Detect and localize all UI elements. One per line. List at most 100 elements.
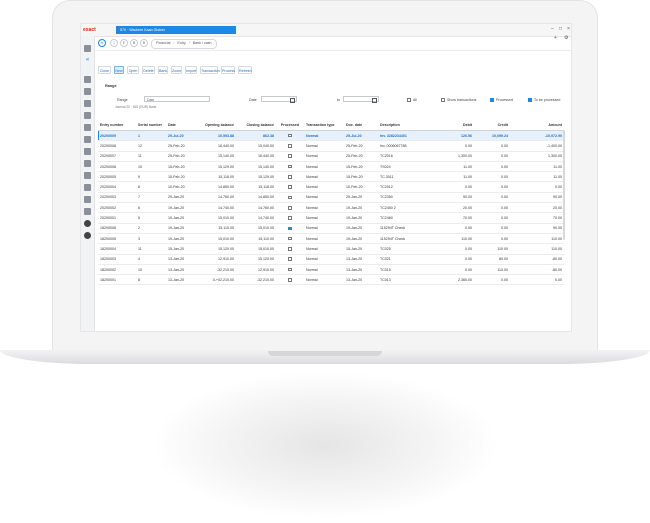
table-row[interactable]: 18200001 8 13-Jan-20 0-+02,210.00 -32,210.00…: [98, 274, 564, 286]
file-icon[interactable]: [84, 148, 91, 155]
calendar-icon[interactable]: [290, 98, 295, 103]
book-icon[interactable]: [84, 112, 91, 119]
processed-checkbox[interactable]: [288, 144, 292, 148]
breadcrumb-item-financial[interactable]: Financial: [156, 41, 170, 45]
processed-checkbox[interactable]: [288, 267, 292, 272]
table-row[interactable]: 20200004 8 10-Feb-20 14,850.00 15,118.00 Norm…: [98, 181, 564, 193]
column-header[interactable]: Processed: [276, 120, 304, 131]
processed-checkbox[interactable]: [288, 226, 292, 231]
dashboard-icon[interactable]: [84, 76, 91, 83]
journal-label: Range: [117, 98, 128, 102]
column-header[interactable]: Amount: [510, 120, 564, 131]
date-from-input[interactable]: [261, 96, 297, 103]
table-cell: 18200004: [98, 243, 136, 255]
back-icon[interactable]: ⊖: [98, 39, 106, 47]
table-row[interactable]: 18200002 10 13-Jan-20 -32,210.00 12,910.00 No…: [98, 264, 564, 276]
nav-favorites-icon[interactable]: F: [120, 39, 128, 47]
processed-checkbox[interactable]: [288, 185, 292, 189]
processed-checkbox[interactable]: [288, 216, 292, 220]
toolbar-open-button[interactable]: Open: [127, 66, 139, 74]
column-header[interactable]: Date: [166, 120, 196, 131]
column-header[interactable]: Transaction type: [304, 120, 344, 131]
column-header[interactable]: Description: [378, 120, 438, 131]
table-row[interactable]: 20200001 5 19-Jan-20 15,010.00 14,740.00 Norm…: [98, 212, 564, 224]
table-row[interactable]: 20200006 10 15-Feb-20 15,129.00 15,140.00 Nor…: [98, 161, 564, 173]
date-to-input[interactable]: [343, 96, 379, 103]
settings-icon[interactable]: [84, 196, 91, 203]
chart-icon[interactable]: [84, 184, 91, 191]
column-header[interactable]: Entry number: [98, 120, 136, 131]
tools-icon[interactable]: [84, 160, 91, 167]
settings-icon[interactable]: ⚙: [564, 35, 568, 41]
toolbar-import-button[interactable]: Import: [185, 66, 197, 74]
table-cell: 13-Jan-20: [166, 264, 196, 276]
toolbar-process-button[interactable]: Process: [221, 66, 235, 74]
toolbar-close-button[interactable]: Close: [98, 66, 111, 74]
toolbar-new-button[interactable]: New: [114, 66, 124, 74]
breadcrumb-item-entry[interactable]: Entry: [177, 41, 185, 45]
search-icon[interactable]: [84, 45, 91, 52]
processed-checkbox[interactable]: [288, 175, 292, 179]
processed-checkbox[interactable]: [288, 164, 292, 169]
add-icon[interactable]: +: [554, 35, 557, 41]
processed-checkbox[interactable]: [288, 257, 292, 262]
table-row[interactable]: 20200005 9 15-Feb-20 15,118.00 15,129.00 Norm…: [98, 171, 564, 183]
column-header[interactable]: Serial number: [136, 120, 166, 131]
breadcrumb-item-bank-cash[interactable]: Bank / cash: [193, 41, 212, 45]
add-icon[interactable]: [84, 220, 91, 227]
toolbar-delete-button[interactable]: Delete: [142, 66, 155, 74]
nav-prev-icon[interactable]: ⟨: [110, 39, 118, 47]
collapse-icon[interactable]: «: [84, 57, 91, 64]
export-icon[interactable]: [84, 124, 91, 131]
all-checkbox[interactable]: [407, 98, 411, 102]
column-header[interactable]: Doc. date: [344, 120, 378, 131]
table-row[interactable]: 20200009 1 29-Jul-20 10,593.88 862.38 Normal 2…: [98, 130, 564, 142]
table-row[interactable]: 18200003 4 13-Jan-20 12,910.00 15,120.00 Norm…: [98, 254, 564, 265]
table-cell: 13-Jan-20: [344, 264, 378, 276]
table-row[interactable]: 20200003 7 29-Jan-20 14,760.00 14,850.00 Norm…: [98, 192, 564, 204]
table-cell: TC2912: [378, 181, 438, 193]
people-icon[interactable]: [84, 208, 91, 215]
processed-checkbox[interactable]: [288, 236, 292, 241]
processed-checkbox[interactable]: [490, 98, 494, 102]
table-row[interactable]: 20200008 12 25-Feb-20 16,440.00 15,040.00 Nor…: [98, 140, 564, 152]
toolbar-zoom-button[interactable]: Zoom: [171, 66, 182, 74]
column-header[interactable]: Debit: [438, 120, 474, 131]
stamp-icon[interactable]: [84, 136, 91, 143]
table-row[interactable]: 18200005 3 19-Jan-20 15,010.00 15,110.00 Norm…: [98, 233, 564, 245]
processed-checkbox[interactable]: [288, 278, 292, 282]
column-header[interactable]: Opening balance: [196, 120, 236, 131]
toolbar-bank-button[interactable]: Bank: [158, 66, 168, 74]
table-row[interactable]: 20200007 11 25-Feb-20 15,140.00 16,440.00 Nor…: [98, 151, 564, 162]
table-row[interactable]: 18200004 11 15-Jan-20 15,120.00 15,010.00 Nor…: [98, 243, 564, 255]
nav-bookmark2-icon[interactable]: B: [140, 39, 148, 47]
table-row[interactable]: 20200002 6 19-Jan-20 14,740.00 14,760.00 Norm…: [98, 202, 564, 214]
calendar-icon[interactable]: [372, 98, 377, 103]
table-cell: 0.00: [474, 202, 510, 214]
exact-logo: exact: [83, 27, 96, 33]
document-icon[interactable]: [84, 88, 91, 95]
maximize-icon[interactable]: □: [559, 26, 562, 32]
nav-bookmark-icon[interactable]: B: [130, 39, 138, 47]
column-header[interactable]: Closing balance: [236, 120, 276, 131]
table-cell: 13-Jan-20: [344, 274, 378, 286]
bank-icon[interactable]: [84, 172, 91, 179]
processed-checkbox[interactable]: [288, 195, 292, 200]
to-be-processed-checkbox[interactable]: [528, 98, 532, 102]
table-scrollbar[interactable]: [563, 130, 565, 240]
toolbar-transaction-button[interactable]: Transaction: [200, 66, 220, 74]
processed-checkbox[interactable]: [288, 205, 292, 210]
column-header[interactable]: Credit: [474, 120, 510, 131]
table-row[interactable]: 18200006 2 19-Jan-20 15,110.00 15,010.00 Norm…: [98, 223, 564, 234]
processed-checkbox[interactable]: [288, 133, 292, 138]
toolbar-refresh-button[interactable]: Refresh: [238, 66, 252, 74]
window-tab[interactable]: 570 · Wackere Kaan Globex: [116, 26, 236, 34]
range-select[interactable]: Date: [144, 96, 210, 102]
processed-checkbox[interactable]: [288, 247, 292, 251]
inbox-icon[interactable]: [84, 100, 91, 107]
show-transactions-checkbox[interactable]: [441, 98, 445, 102]
help-icon[interactable]: [84, 232, 91, 239]
minimize-icon[interactable]: –: [551, 26, 554, 32]
processed-checkbox[interactable]: [288, 154, 292, 159]
close-icon[interactable]: ×: [567, 26, 570, 32]
